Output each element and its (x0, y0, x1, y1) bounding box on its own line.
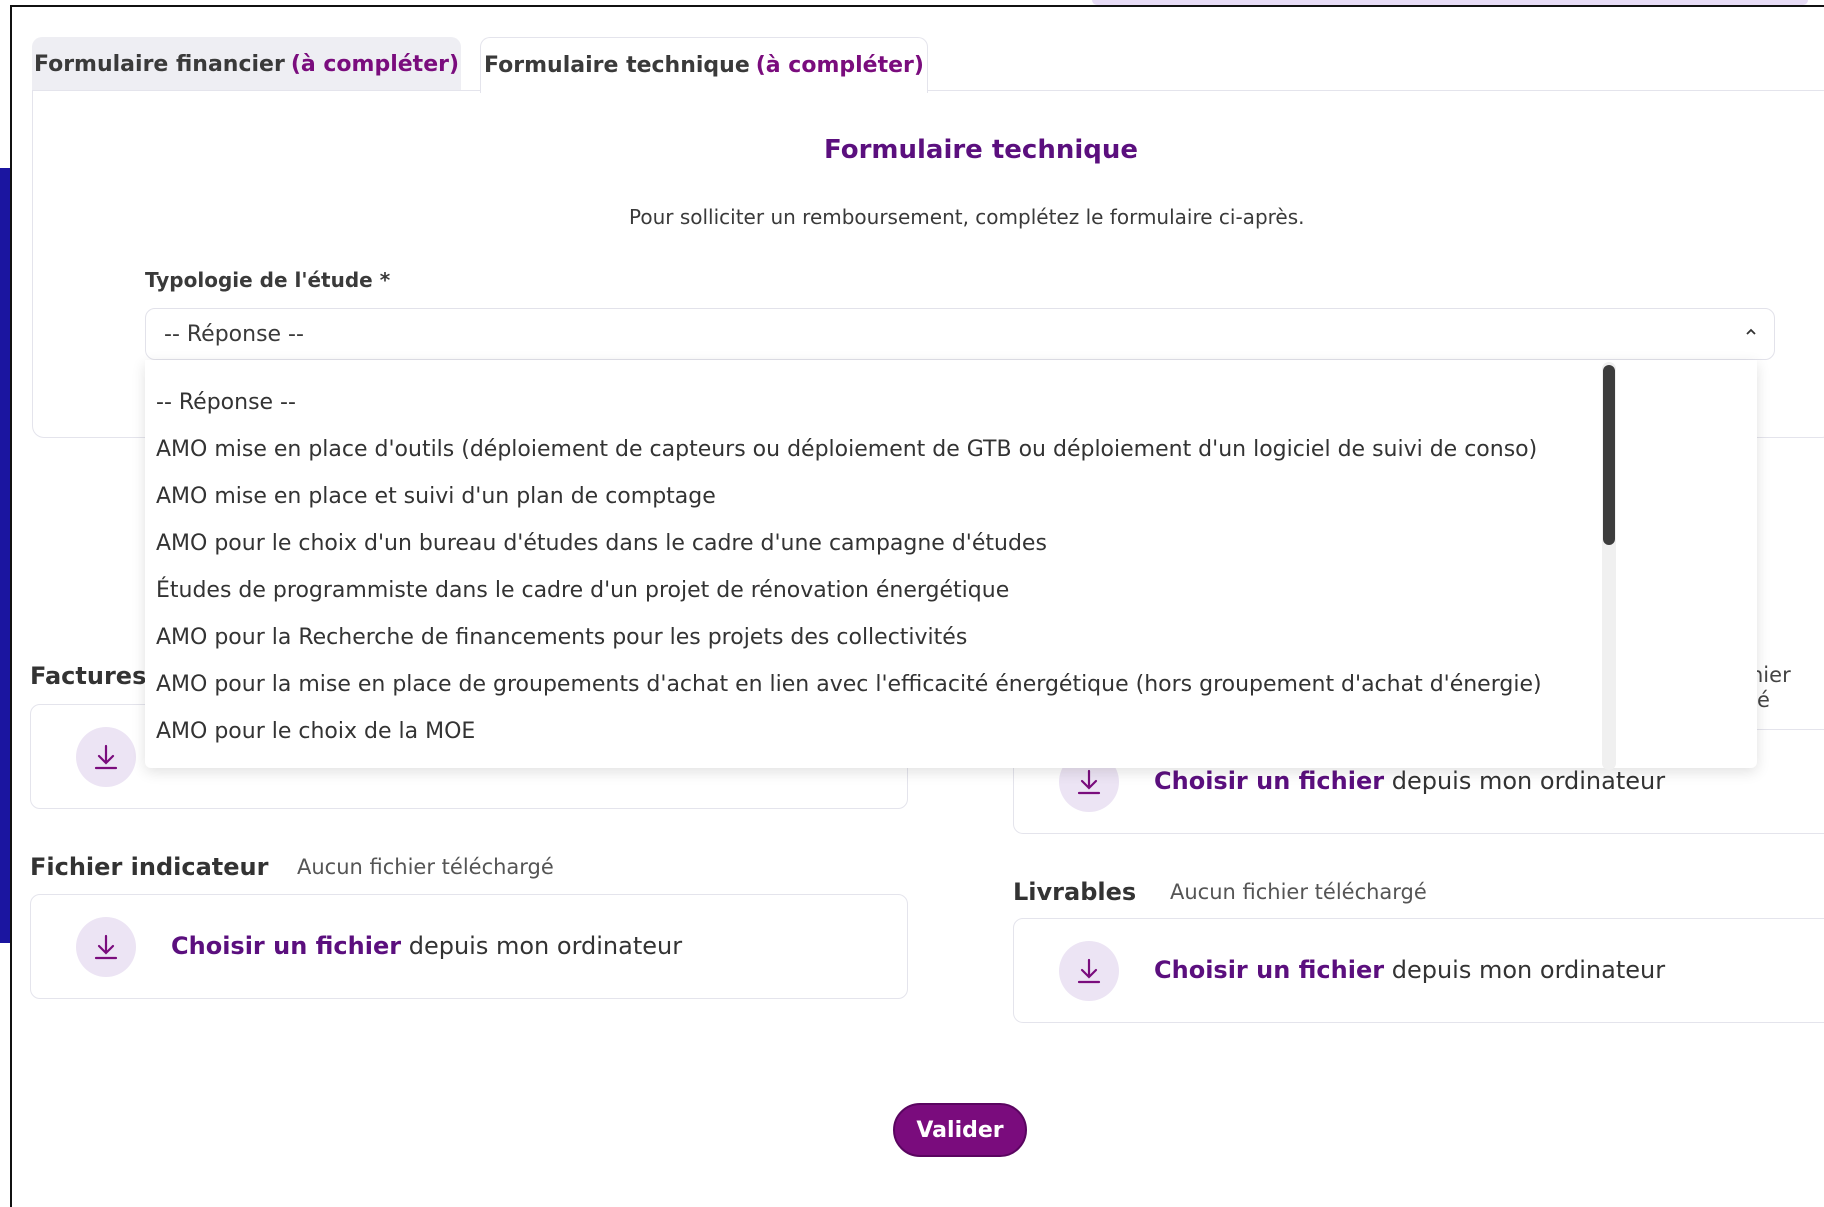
tab-label: Formulaire financier (33, 51, 285, 77)
left-accent-bar (0, 168, 10, 943)
typology-option[interactable]: -- Réponse -- (156, 390, 296, 415)
choose-file-link[interactable]: Choisir un fichier (1154, 956, 1384, 984)
indicateur-upload-zone[interactable]: Choisir un fichier depuis mon ordinateur (30, 894, 908, 999)
typology-option[interactable]: AMO mise en place d'outils (déploiement … (156, 437, 1537, 462)
tab-status: (à compléter) (290, 51, 460, 77)
valider-button[interactable]: Valider (893, 1103, 1027, 1157)
form-title: Formulaire technique (824, 135, 1139, 165)
tab-label: Formulaire technique (484, 53, 750, 78)
choose-file-suffix: depuis mon ordinateur (408, 932, 683, 960)
typology-select[interactable]: -- Réponse -- (145, 308, 1775, 360)
livrables-upload-zone[interactable]: Choisir un fichier depuis mon ordinateur (1013, 918, 1824, 1023)
choose-file-text[interactable]: Choisir un fichier depuis mon ordinateur (1154, 956, 1665, 984)
right-top-status-fragment: é (1757, 688, 1770, 712)
typology-option[interactable]: AMO pour le choix de la MOE (156, 719, 475, 744)
choose-file-suffix: depuis mon ordinateur (1391, 956, 1666, 984)
typology-option[interactable]: AMO mise en place et suivi d'un plan de … (156, 484, 716, 509)
choose-file-text[interactable]: Choisir un fichier depuis mon ordinateur (1154, 767, 1665, 795)
chevron-up-icon (1744, 323, 1758, 344)
livrables-title: Livrables (1013, 878, 1137, 906)
typology-selected-value: -- Réponse -- (164, 321, 304, 347)
tab-status: (à compléter) (755, 53, 924, 78)
tab-formulaire-technique[interactable]: Formulaire technique (à compléter) (480, 37, 928, 93)
typology-option[interactable]: AMO pour la mise en place de groupements… (156, 672, 1542, 697)
dropdown-scrollbar-thumb[interactable] (1603, 365, 1615, 545)
typology-dropdown[interactable]: -- Réponse -- AMO mise en place d'outils… (145, 360, 1757, 768)
choose-file-link[interactable]: Choisir un fichier (171, 932, 401, 960)
factures-title: Factures (30, 662, 147, 690)
form-intro: Pour solliciter un remboursement, complé… (629, 205, 1305, 229)
choose-file-text[interactable]: Choisir un fichier depuis mon ordinateur (171, 932, 682, 960)
indicateur-status: Aucun fichier téléchargé (297, 855, 554, 879)
download-icon (76, 917, 136, 977)
typology-label: Typologie de l'étude * (145, 268, 391, 292)
choose-file-suffix: depuis mon ordinateur (1391, 767, 1666, 795)
livrables-status: Aucun fichier téléchargé (1170, 880, 1427, 904)
download-icon (76, 727, 136, 787)
typology-option[interactable]: AMO pour le choix d'un bureau d'études d… (156, 531, 1047, 556)
tab-formulaire-financier[interactable]: Formulaire financier (à compléter) (32, 37, 461, 91)
indicateur-title: Fichier indicateur (30, 853, 269, 881)
top-accent (1092, 0, 1808, 5)
choose-file-link[interactable]: Choisir un fichier (1154, 767, 1384, 795)
download-icon (1059, 941, 1119, 1001)
active-tab-gap (481, 90, 925, 92)
typology-option[interactable]: AMO pour la Recherche de financements po… (156, 625, 967, 650)
typology-option[interactable]: Études de programmiste dans le cadre d'u… (156, 578, 1009, 603)
